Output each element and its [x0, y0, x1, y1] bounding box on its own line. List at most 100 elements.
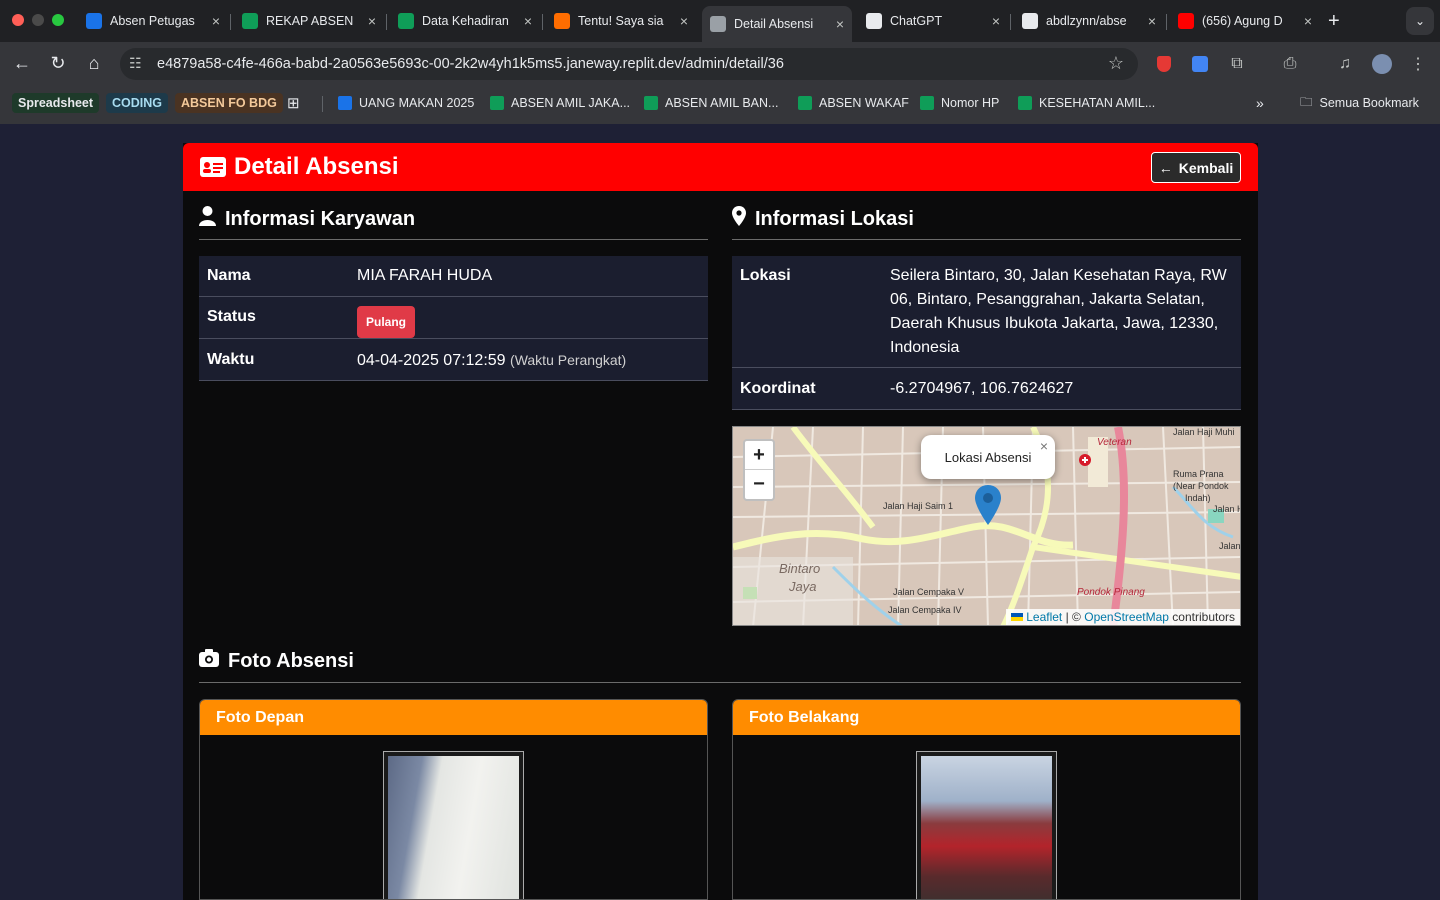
tab-3[interactable]: Data Kehadiran × — [390, 8, 540, 34]
table-row: Lokasi Seilera Bintaro, 30, Jalan Keseha… — [732, 256, 1241, 368]
front-photo-image[interactable] — [388, 756, 519, 899]
bookmark-4[interactable]: UANG MAKAN 2025 — [338, 92, 474, 114]
bookmark-label: ABSEN WAKAF — [819, 96, 909, 110]
close-window-button[interactable] — [12, 14, 24, 26]
new-tab-button[interactable]: + — [1328, 10, 1340, 33]
tab-title: ChatGPT — [890, 14, 943, 28]
back-photo-image[interactable] — [921, 756, 1052, 899]
location-address: Seilera Bintaro, 30, Jalan Kesehatan Ray… — [890, 267, 1227, 356]
table-row: Nama MIA FARAH HUDA — [199, 256, 708, 297]
bookmark-label: Spreadsheet — [12, 93, 100, 113]
tab-close-icon[interactable]: × — [524, 13, 532, 29]
tab-title: abdlzynn/abse — [1046, 14, 1127, 28]
tab-favicon-icon — [1178, 13, 1194, 29]
print-icon[interactable]: ⎙ — [1280, 54, 1300, 74]
bookmark-6[interactable]: ABSEN AMIL BAN... — [644, 92, 778, 114]
osm-link[interactable]: OpenStreetMap — [1084, 610, 1169, 624]
more-bookmarks-chevron-icon[interactable]: » — [1256, 92, 1264, 114]
tab-close-icon[interactable]: × — [1148, 13, 1156, 29]
coordinates-label: Koordinat — [740, 380, 816, 397]
tab-close-icon[interactable]: × — [836, 16, 844, 32]
bookmark-5[interactable]: ABSEN AMIL JAKA... — [490, 92, 630, 114]
back-arrow-icon[interactable]: ← — [10, 53, 34, 74]
front-photo-header: Foto Depan — [200, 700, 707, 735]
tab-strip: Absen Petugas × REKAP ABSEN × Data Kehadiran… — [0, 0, 1440, 42]
tab-close-icon[interactable]: × — [1304, 13, 1312, 29]
tab-7[interactable]: abdlzynn/abse × — [1014, 8, 1164, 34]
svg-text:Bintaro: Bintaro — [779, 561, 820, 576]
home-icon[interactable]: ⌂ — [82, 53, 106, 74]
site-info-icon[interactable]: ☷ — [129, 55, 142, 72]
minimize-window-button[interactable] — [32, 14, 44, 26]
leaflet-link[interactable]: Leaflet — [1026, 610, 1062, 624]
location-section-title: Informasi Lokasi — [755, 207, 914, 230]
tab-title: Absen Petugas — [110, 14, 195, 28]
map-zoom-control: + − — [743, 439, 775, 501]
bookmark-favicon-icon — [1018, 96, 1032, 110]
tab-6[interactable]: ChatGPT × — [858, 8, 1008, 34]
svg-text:Jalan Haji Muhi: Jalan Haji Muhi — [1173, 427, 1235, 437]
bookmark-favicon-icon — [920, 96, 934, 110]
media-control-icon[interactable]: ♫ — [1335, 54, 1355, 74]
maximize-window-button[interactable] — [52, 14, 64, 26]
zoom-out-button[interactable]: − — [745, 470, 773, 499]
bookmark-3[interactable]: ABSEN FO BDG — [175, 92, 283, 114]
arrow-left-icon: ← — [1158, 159, 1173, 176]
tab-5[interactable]: Detail Absensi × — [702, 6, 852, 42]
svg-text:Veteran: Veteran — [1097, 437, 1132, 448]
shield-extension-icon[interactable] — [1154, 54, 1174, 74]
bookmark-label: KESEHATAN AMIL... — [1039, 96, 1156, 110]
ukraine-flag-icon — [1011, 613, 1024, 621]
employee-info-table: Nama MIA FARAH HUDA Status Pulang Waktu … — [199, 256, 708, 381]
bookmark-label: ABSEN FO BDG — [175, 93, 283, 113]
tab-4[interactable]: Tentu! Saya sia × — [546, 8, 696, 34]
profile-avatar[interactable] — [1372, 54, 1392, 74]
reload-icon[interactable]: ↻ — [46, 53, 70, 74]
bookmark-favicon-icon — [644, 96, 658, 110]
location-map[interactable]: Jalan Haji Muhi Ruma Prana (Near Pondok … — [732, 426, 1241, 626]
map-pin-icon[interactable] — [975, 485, 1001, 530]
tab-close-icon[interactable]: × — [212, 13, 220, 29]
tab-close-icon[interactable]: × — [368, 13, 376, 29]
apps-grid-icon[interactable]: ⊞ — [287, 92, 300, 114]
url-text[interactable]: e4879a58-c4fe-466a-babd-2a0563e5693c-00-… — [157, 56, 784, 72]
tab-close-icon[interactable]: × — [680, 13, 688, 29]
address-bar[interactable]: ☷ e4879a58-c4fe-466a-babd-2a0563e5693c-0… — [120, 48, 1138, 80]
tab-1[interactable]: Absen Petugas × — [78, 8, 228, 34]
tab-8[interactable]: (656) Agung D × — [1170, 8, 1320, 34]
bookmark-1[interactable]: Spreadsheet — [12, 92, 100, 114]
bookmark-label: ABSEN AMIL JAKA... — [511, 96, 631, 110]
tab-separator — [386, 14, 387, 30]
back-photo-thumbnail[interactable] — [916, 751, 1057, 899]
all-bookmarks-label: Semua Bookmark — [1319, 96, 1419, 110]
tab-2[interactable]: REKAP ABSEN × — [234, 8, 384, 34]
bookmark-9[interactable]: KESEHATAN AMIL... — [1018, 92, 1155, 114]
all-bookmarks-folder[interactable]: 🗀 Semua Bookmark — [1300, 92, 1419, 114]
front-photo-thumbnail[interactable] — [383, 751, 524, 899]
bookmark-2[interactable]: CODING — [106, 92, 168, 114]
back-button[interactable]: ← Kembali — [1151, 152, 1241, 183]
employee-section-heading: Informasi Karyawan — [199, 206, 415, 232]
bookmark-8[interactable]: Nomor HP — [920, 92, 999, 114]
svg-text:Pondok Pinang: Pondok Pinang — [1077, 587, 1145, 598]
chrome-menu-icon[interactable]: ⋮ — [1408, 54, 1428, 74]
bookmark-star-icon[interactable]: ☆ — [1108, 53, 1124, 74]
extensions-puzzle-icon[interactable]: ⧉ — [1227, 54, 1247, 74]
back-button-label: Kembali — [1178, 159, 1234, 176]
front-photo-card: Foto Depan — [199, 699, 708, 900]
svg-text:Jalan Haji: Jalan Haji — [1213, 504, 1241, 514]
bookmark-7[interactable]: ABSEN WAKAF — [798, 92, 909, 114]
tab-search-button[interactable]: ⌄ — [1406, 7, 1434, 35]
employee-name: MIA FARAH HUDA — [357, 267, 493, 284]
coordinates-value: -6.2704967, 106.7624627 — [890, 380, 1074, 397]
zoom-in-button[interactable]: + — [745, 441, 773, 470]
popup-close-icon[interactable]: × — [1040, 438, 1048, 454]
svg-text:Jalan Cempaka IV: Jalan Cempaka IV — [888, 605, 962, 615]
location-section-heading: Informasi Lokasi — [732, 206, 914, 232]
status-badge: Pulang — [357, 306, 416, 338]
bookmark-label: ABSEN AMIL BAN... — [665, 96, 779, 110]
table-row: Status Pulang — [199, 297, 708, 339]
translate-extension-icon[interactable] — [1190, 54, 1210, 74]
tab-separator — [1166, 14, 1167, 30]
tab-close-icon[interactable]: × — [992, 13, 1000, 29]
